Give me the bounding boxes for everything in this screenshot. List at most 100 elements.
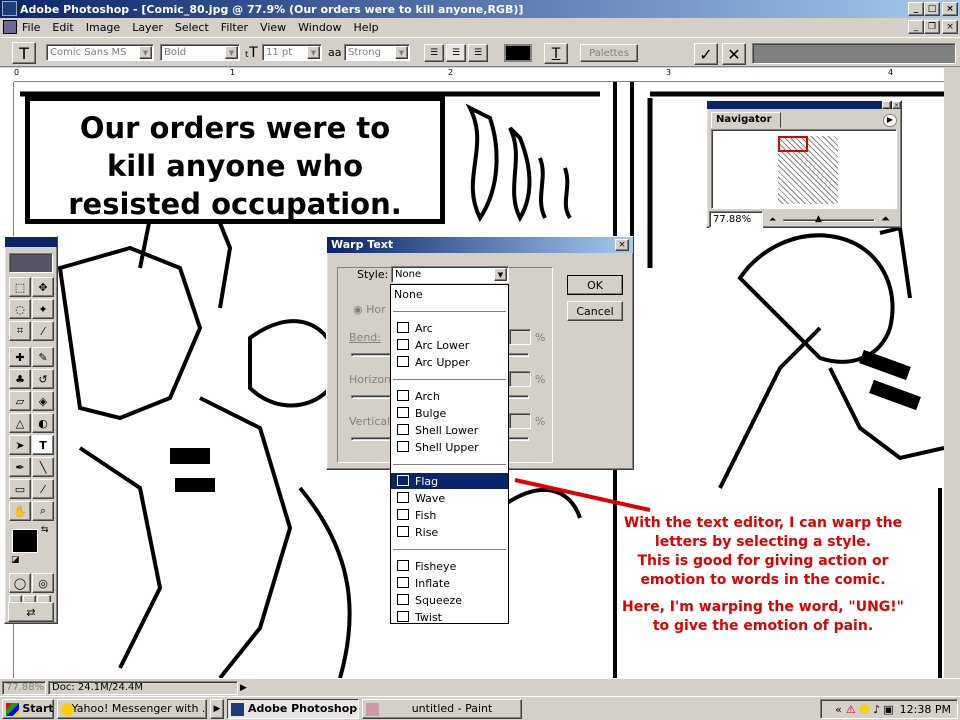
- notes-icon[interactable]: ▭: [9, 479, 31, 499]
- task-yahoo-messenger[interactable]: Yahoo! Messenger with ...: [57, 698, 207, 719]
- tray-yahoo-icon[interactable]: ☻: [859, 703, 870, 716]
- menu-select[interactable]: Select: [175, 21, 209, 34]
- style-option-arc-upper[interactable]: Arc Upper: [391, 354, 508, 370]
- antialias-select[interactable]: Strong ▼: [344, 44, 410, 61]
- cancel-button[interactable]: Cancel: [567, 301, 623, 321]
- font-style-select[interactable]: Bold ▼: [160, 44, 240, 61]
- style-option-rise[interactable]: Rise: [391, 524, 508, 540]
- menu-window[interactable]: Window: [298, 21, 341, 34]
- align-left-button[interactable]: ☰: [424, 44, 444, 62]
- navigator-zoom-field[interactable]: 77.88%: [709, 211, 763, 228]
- line-icon[interactable]: ╲: [32, 457, 54, 477]
- move-icon[interactable]: ✥: [32, 277, 54, 297]
- ok-button[interactable]: OK: [567, 275, 623, 295]
- style-option-squeeze[interactable]: Squeeze: [391, 592, 508, 608]
- doc-restore-button[interactable]: ❐: [924, 20, 940, 34]
- bend-field[interactable]: [509, 329, 531, 345]
- view-box[interactable]: [778, 136, 808, 152]
- style-option-arc[interactable]: Arc: [391, 320, 508, 336]
- toolbox-title-bar[interactable]: [5, 237, 57, 247]
- task-adobe-photoshop[interactable]: Adobe Photoshop - [C...: [227, 698, 359, 719]
- marquee-icon[interactable]: ⬚: [9, 277, 31, 297]
- comic-caption-box[interactable]: Our orders were to kill anyone who resis…: [25, 96, 445, 224]
- eraser-icon[interactable]: ▱: [9, 391, 31, 411]
- type-icon[interactable]: T: [32, 435, 54, 455]
- pen-icon[interactable]: ✒: [9, 457, 31, 477]
- palettes-button[interactable]: Palettes: [580, 44, 638, 62]
- imageready-button[interactable]: ⇄: [8, 602, 54, 622]
- style-option-arch[interactable]: Arch: [391, 388, 508, 404]
- navigator-preview[interactable]: [711, 129, 897, 209]
- blur-icon[interactable]: △: [9, 413, 31, 433]
- history-brush-icon[interactable]: ↺: [32, 369, 54, 389]
- adobe-logo-icon[interactable]: [9, 253, 53, 273]
- cancel-x-icon[interactable]: ✕: [722, 43, 746, 65]
- menu-file[interactable]: File: [22, 21, 40, 34]
- dialog-close-button[interactable]: ×: [615, 239, 629, 251]
- doc-close-button[interactable]: ×: [942, 20, 958, 34]
- standard-mode-icon[interactable]: ◯: [9, 573, 31, 593]
- hand-icon[interactable]: ✋: [9, 501, 31, 521]
- horizontal-distortion-field[interactable]: [509, 371, 531, 387]
- zoom-slider[interactable]: [783, 219, 875, 222]
- menu-layer[interactable]: Layer: [132, 21, 163, 34]
- doc-minimize-button[interactable]: _: [908, 20, 924, 34]
- zoom-icon[interactable]: ⌕: [32, 501, 54, 521]
- swap-colors-icon[interactable]: ⇆: [41, 525, 49, 535]
- task-paint[interactable]: untitled - Paint: [362, 698, 522, 719]
- style-option-shell-lower[interactable]: Shell Lower: [391, 422, 508, 438]
- palette-menu-arrow-icon[interactable]: ▶: [883, 114, 897, 127]
- warp-text-button[interactable]: T: [544, 43, 568, 64]
- text-color-swatch[interactable]: [504, 44, 532, 62]
- commit-check-icon[interactable]: ✓: [694, 43, 718, 65]
- style-option-twist[interactable]: Twist: [391, 609, 508, 625]
- brush-icon[interactable]: ✎: [32, 347, 54, 367]
- magic-wand-icon[interactable]: ✦: [32, 299, 54, 319]
- tray-chevron[interactable]: «: [835, 703, 842, 716]
- zoom-out-icon[interactable]: ⏶: [769, 215, 776, 225]
- menu-image[interactable]: Image: [86, 21, 120, 34]
- style-option-fisheye[interactable]: Fisheye: [391, 558, 508, 574]
- zoom-in-icon[interactable]: ⏶: [881, 212, 890, 226]
- navigator-title-bar[interactable]: _ ×: [707, 101, 901, 109]
- eyedropper-slice-icon[interactable]: ⁄: [32, 321, 54, 341]
- default-colors-icon[interactable]: ◪: [11, 555, 20, 565]
- crop-icon[interactable]: ⌗: [9, 321, 31, 341]
- navigator-close-button[interactable]: ×: [892, 101, 901, 109]
- path-select-icon[interactable]: ➤: [9, 435, 31, 455]
- menu-edit[interactable]: Edit: [52, 21, 73, 34]
- paint-bucket-icon[interactable]: ◈: [32, 391, 54, 411]
- style-option-none[interactable]: None: [391, 286, 508, 302]
- task-separator-arrow[interactable]: ▶: [210, 698, 224, 719]
- type-tool-icon[interactable]: T: [12, 42, 36, 64]
- foreground-color-swatch[interactable]: [12, 529, 38, 553]
- style-option-inflate[interactable]: Inflate: [391, 575, 508, 591]
- style-option-fish[interactable]: Fish: [391, 507, 508, 523]
- vertical-distortion-field[interactable]: [509, 413, 531, 429]
- menu-help[interactable]: Help: [354, 21, 379, 34]
- status-arrow-icon[interactable]: ▶: [240, 683, 247, 693]
- tray-network-icon[interactable]: ▣: [883, 703, 893, 716]
- dodge-icon[interactable]: ◐: [32, 413, 54, 433]
- healing-brush-icon[interactable]: ✚: [9, 347, 31, 367]
- start-button[interactable]: Start: [2, 698, 54, 719]
- style-select[interactable]: None ▼: [391, 266, 509, 283]
- menu-filter[interactable]: Filter: [221, 21, 248, 34]
- quickmask-mode-icon[interactable]: ◎: [32, 573, 54, 593]
- close-button[interactable]: ×: [942, 2, 958, 16]
- style-option-shell-upper[interactable]: Shell Upper: [391, 439, 508, 455]
- lasso-icon[interactable]: ◌: [9, 299, 31, 319]
- navigator-tab[interactable]: Navigator: [711, 112, 781, 128]
- style-option-flag[interactable]: Flag: [391, 473, 508, 489]
- zoom-slider-thumb[interactable]: ▲: [815, 214, 822, 224]
- align-center-button[interactable]: ☰: [446, 44, 466, 62]
- navigator-minimize-button[interactable]: _: [882, 101, 891, 109]
- clone-stamp-icon[interactable]: ♣: [9, 369, 31, 389]
- style-option-arc-lower[interactable]: Arc Lower: [391, 337, 508, 353]
- menu-view[interactable]: View: [260, 21, 286, 34]
- style-option-wave[interactable]: Wave: [391, 490, 508, 506]
- style-option-bulge[interactable]: Bulge: [391, 405, 508, 421]
- font-size-select[interactable]: 11 pt ▼: [262, 44, 322, 61]
- align-right-button[interactable]: ☰: [468, 44, 488, 62]
- minimize-button[interactable]: _: [908, 2, 924, 16]
